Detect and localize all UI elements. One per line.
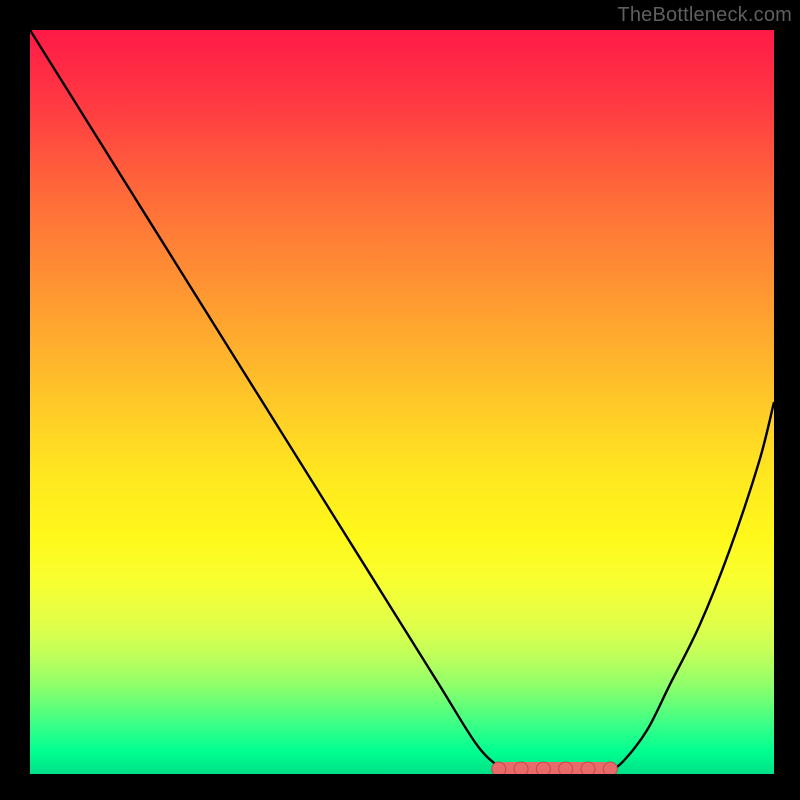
bottleneck-curve <box>30 30 774 774</box>
trough-marker <box>581 762 595 774</box>
trough-marker <box>536 762 550 774</box>
watermark-text: TheBottleneck.com <box>617 4 792 27</box>
trough-marker <box>559 762 573 774</box>
trough-marker <box>514 762 528 774</box>
chart-svg <box>30 30 774 774</box>
chart-container <box>30 30 774 774</box>
trough-marker <box>603 762 617 774</box>
trough-marker-group <box>492 762 618 774</box>
trough-marker <box>492 762 506 774</box>
